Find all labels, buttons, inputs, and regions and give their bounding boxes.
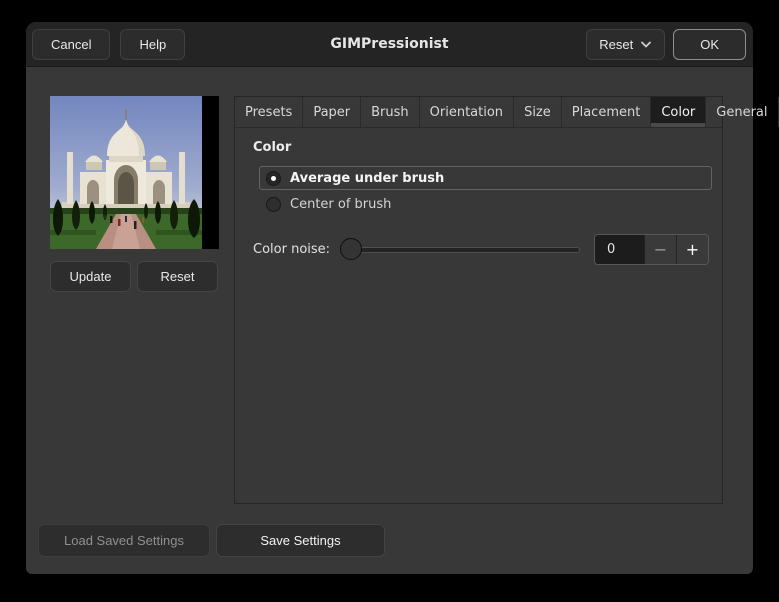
increment-button[interactable]: + <box>676 235 708 264</box>
slider-track[interactable] <box>350 247 580 253</box>
radio-center-label: Center of brush <box>290 196 392 212</box>
gimpressionist-dialog: Cancel Help GIMPressionist Reset OK Upda… <box>26 22 779 574</box>
tab-general[interactable]: General <box>706 97 779 127</box>
tab-brush[interactable]: Brush <box>361 97 420 127</box>
tab-strip: Presets Paper Brush Orientation Size Pla… <box>235 97 779 128</box>
radio-unselected-icon <box>266 196 281 212</box>
preview-image <box>50 96 219 249</box>
color-noise-value-field[interactable]: 0 <box>595 235 644 264</box>
color-section-heading: Color <box>253 140 292 155</box>
decrement-button[interactable]: − <box>644 235 676 264</box>
slider-handle[interactable] <box>340 238 363 260</box>
color-noise-slider[interactable] <box>340 234 584 265</box>
radio-average-label: Average under brush <box>290 170 445 186</box>
header-right-group: Reset OK <box>586 29 746 60</box>
settings-notebook: Presets Paper Brush Orientation Size Pla… <box>234 96 779 504</box>
radio-average-under-brush[interactable]: Average under brush <box>259 166 712 190</box>
tab-orientation[interactable]: Orientation <box>420 97 515 127</box>
update-button[interactable]: Update <box>50 261 131 292</box>
ok-button[interactable]: OK <box>673 29 746 60</box>
tab-paper[interactable]: Paper <box>303 97 362 127</box>
save-settings-button[interactable]: Save Settings <box>216 524 385 557</box>
color-noise-row: Color noise: 0 − + <box>253 234 709 265</box>
preview-reset-button[interactable]: Reset <box>137 261 218 292</box>
chevron-down-icon <box>640 41 652 49</box>
cancel-button[interactable]: Cancel <box>32 29 111 60</box>
load-saved-settings-button[interactable]: Load Saved Settings <box>38 524 210 557</box>
color-panel: Color Average under brush Center of brus… <box>235 128 722 503</box>
tab-size[interactable]: Size <box>514 97 562 127</box>
radio-selected-icon <box>266 170 281 186</box>
color-noise-spinbox: 0 − + <box>594 234 709 265</box>
help-button[interactable]: Help <box>120 29 186 60</box>
taj-mahal-illustration <box>50 96 202 249</box>
tab-color[interactable]: Color <box>651 97 707 127</box>
tab-placement[interactable]: Placement <box>562 97 652 127</box>
header-left-group: Cancel Help <box>32 29 186 60</box>
color-noise-label: Color noise: <box>253 242 331 257</box>
header-reset-button[interactable]: Reset <box>586 29 666 60</box>
header-reset-label: Reset <box>599 37 634 52</box>
header-bar: Cancel Help GIMPressionist Reset OK <box>26 22 753 67</box>
tab-presets[interactable]: Presets <box>235 97 304 127</box>
radio-center-of-brush[interactable]: Center of brush <box>259 193 712 215</box>
